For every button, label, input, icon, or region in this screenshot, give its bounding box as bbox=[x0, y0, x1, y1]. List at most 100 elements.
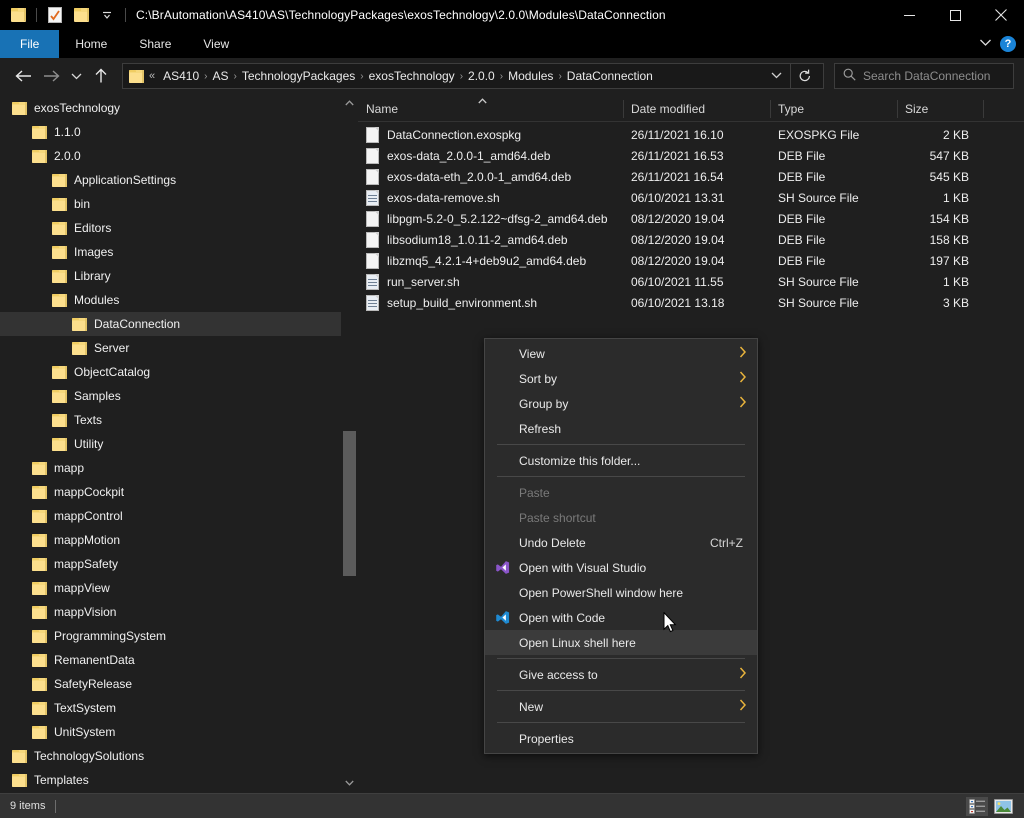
customize-dropdown-icon[interactable] bbox=[95, 3, 119, 27]
breadcrumb-item-exostechnology[interactable]: exosTechnology bbox=[365, 69, 459, 83]
tree-item-templates[interactable]: Templates bbox=[0, 768, 358, 791]
tree-item-remanentdata[interactable]: RemanentData bbox=[0, 648, 358, 672]
table-row[interactable]: exos-data_2.0.0-1_amd64.deb 26/11/2021 16… bbox=[358, 145, 1024, 166]
refresh-icon[interactable] bbox=[790, 64, 819, 88]
breadcrumb-item-as410[interactable]: AS410 bbox=[159, 69, 203, 83]
column-header-type[interactable]: Type bbox=[770, 94, 897, 122]
menu-item-sort-by[interactable]: Sort by bbox=[485, 366, 757, 391]
tab-share[interactable]: Share bbox=[123, 30, 187, 58]
search-input[interactable]: Search DataConnection bbox=[863, 69, 990, 83]
tree-item-server[interactable]: Server bbox=[0, 336, 358, 360]
tree-item-samples[interactable]: Samples bbox=[0, 384, 358, 408]
tree-item-applicationsettings[interactable]: ApplicationSettings bbox=[0, 168, 358, 192]
close-button[interactable] bbox=[978, 0, 1024, 30]
table-row[interactable]: exos-data-remove.sh 06/10/2021 13.31 SH So… bbox=[358, 187, 1024, 208]
tree-item-utility[interactable]: Utility bbox=[0, 432, 358, 456]
breadcrumb-item-as[interactable]: AS bbox=[209, 69, 233, 83]
tab-view[interactable]: View bbox=[187, 30, 245, 58]
menu-item-open-with-visual-studio[interactable]: Open with Visual Studio bbox=[485, 555, 757, 580]
file-name-cell[interactable]: exos-data-remove.sh bbox=[358, 189, 623, 206]
menu-item-undo-delete[interactable]: Undo Delete Ctrl+Z bbox=[485, 530, 757, 555]
tree-item-textsystem[interactable]: TextSystem bbox=[0, 696, 358, 720]
minimize-button[interactable] bbox=[886, 0, 932, 30]
properties-icon[interactable] bbox=[43, 3, 67, 27]
nav-scroll-thumb[interactable] bbox=[343, 431, 356, 576]
tree-item-1-1-0[interactable]: 1.1.0 bbox=[0, 120, 358, 144]
up-button[interactable] bbox=[88, 63, 114, 89]
tree-item-dataconnection[interactable]: DataConnection bbox=[0, 312, 358, 336]
menu-item-refresh[interactable]: Refresh bbox=[485, 416, 757, 441]
tree-item-modules[interactable]: Modules bbox=[0, 288, 358, 312]
table-row[interactable]: libsodium18_1.0.11-2_amd64.deb 08/12/2020… bbox=[358, 229, 1024, 250]
tree-item-mappcontrol[interactable]: mappControl bbox=[0, 504, 358, 528]
search-box[interactable]: Search DataConnection bbox=[834, 63, 1014, 89]
breadcrumb[interactable]: « AS410 › AS › TechnologyPackages › exos… bbox=[146, 69, 763, 83]
chevron-down-icon[interactable] bbox=[979, 38, 992, 50]
recent-locations-icon[interactable] bbox=[66, 63, 86, 89]
tree-item-mappview[interactable]: mappView bbox=[0, 576, 358, 600]
tree-item-2-0-0[interactable]: 2.0.0 bbox=[0, 144, 358, 168]
table-row[interactable]: DataConnection.exospkg 26/11/2021 16.10 EX… bbox=[358, 124, 1024, 145]
breadcrumb-overflow-icon[interactable]: « bbox=[146, 70, 159, 82]
maximize-button[interactable] bbox=[932, 0, 978, 30]
scroll-down-icon[interactable] bbox=[341, 774, 358, 791]
forward-button[interactable] bbox=[38, 63, 64, 89]
tree-item-technologysolutions[interactable]: TechnologySolutions bbox=[0, 744, 358, 768]
file-name-cell[interactable]: libzmq5_4.2.1-4+deb9u2_amd64.deb bbox=[358, 252, 623, 269]
tree-item-unitsystem[interactable]: UnitSystem bbox=[0, 720, 358, 744]
tab-home[interactable]: Home bbox=[59, 30, 123, 58]
file-name-cell[interactable]: setup_build_environment.sh bbox=[358, 294, 623, 311]
menu-item-open-powershell-window-here[interactable]: Open PowerShell window here bbox=[485, 580, 757, 605]
tree-item-mappcockpit[interactable]: mappCockpit bbox=[0, 480, 358, 504]
tab-file[interactable]: File bbox=[0, 30, 60, 58]
tree-item-exostechnology[interactable]: exosTechnology bbox=[0, 96, 358, 120]
table-row[interactable]: run_server.sh 06/10/2021 11.55 SH Source F… bbox=[358, 271, 1024, 292]
tree-item-safetyrelease[interactable]: SafetyRelease bbox=[0, 672, 358, 696]
file-name-cell[interactable]: exos-data-eth_2.0.0-1_amd64.deb bbox=[358, 168, 623, 185]
menu-item-give-access-to[interactable]: Give access to bbox=[485, 662, 757, 687]
nav-scrollbar[interactable] bbox=[341, 94, 358, 791]
breadcrumb-item-200[interactable]: 2.0.0 bbox=[464, 69, 499, 83]
tree-item-programmingsystem[interactable]: ProgrammingSystem bbox=[0, 624, 358, 648]
menu-item-view[interactable]: View bbox=[485, 341, 757, 366]
breadcrumb-item-dataconnection[interactable]: DataConnection bbox=[563, 69, 657, 83]
file-name-cell[interactable]: exos-data_2.0.0-1_amd64.deb bbox=[358, 147, 623, 164]
context-menu[interactable]: View Sort by Group by Refresh Customize this… bbox=[484, 338, 758, 754]
tree-item-mappmotion[interactable]: mappMotion bbox=[0, 528, 358, 552]
menu-item-new[interactable]: New bbox=[485, 694, 757, 719]
tree-item-mappsafety[interactable]: mappSafety bbox=[0, 552, 358, 576]
address-dropdown-icon[interactable] bbox=[763, 71, 790, 82]
menu-item-open-linux-shell-here[interactable]: Open Linux shell here bbox=[485, 630, 757, 655]
tree-item-images[interactable]: Images bbox=[0, 240, 358, 264]
menu-item-open-with-code[interactable]: Open with Code bbox=[485, 605, 757, 630]
tree-item-objectcatalog[interactable]: ObjectCatalog bbox=[0, 360, 358, 384]
tree-item-mappvision[interactable]: mappVision bbox=[0, 600, 358, 624]
file-name-cell[interactable]: libsodium18_1.0.11-2_amd64.deb bbox=[358, 231, 623, 248]
table-row[interactable]: libpgm-5.2-0_5.2.122~dfsg-2_amd64.deb 08/… bbox=[358, 208, 1024, 229]
tree-item-texts[interactable]: Texts bbox=[0, 408, 358, 432]
folder-icon[interactable] bbox=[6, 3, 30, 27]
tree-item-bin[interactable]: bin bbox=[0, 192, 358, 216]
breadcrumb-item-technologypackages[interactable]: TechnologyPackages bbox=[238, 69, 359, 83]
tree-item-mapp[interactable]: mapp bbox=[0, 456, 358, 480]
column-header-size[interactable]: Size bbox=[897, 94, 983, 122]
menu-item-group-by[interactable]: Group by bbox=[485, 391, 757, 416]
file-name-cell[interactable]: DataConnection.exospkg bbox=[358, 126, 623, 143]
menu-item-customize-this-folder[interactable]: Customize this folder... bbox=[485, 448, 757, 473]
tree-item-editors[interactable]: Editors bbox=[0, 216, 358, 240]
large-icons-view-icon[interactable] bbox=[992, 797, 1014, 816]
file-name-cell[interactable]: run_server.sh bbox=[358, 273, 623, 290]
details-view-icon[interactable] bbox=[966, 796, 988, 816]
nav-scroll-track[interactable] bbox=[341, 111, 358, 774]
file-name-cell[interactable]: libpgm-5.2-0_5.2.122~dfsg-2_amd64.deb bbox=[358, 210, 623, 227]
menu-item-properties[interactable]: Properties bbox=[485, 726, 757, 751]
table-row[interactable]: setup_build_environment.sh 06/10/2021 13.… bbox=[358, 292, 1024, 313]
column-header-name[interactable]: Name bbox=[358, 94, 623, 122]
column-header-date-modified[interactable]: Date modified bbox=[623, 94, 770, 122]
help-icon[interactable]: ? bbox=[1000, 36, 1016, 52]
table-row[interactable]: libzmq5_4.2.1-4+deb9u2_amd64.deb 08/12/20… bbox=[358, 250, 1024, 271]
address-bar[interactable]: « AS410 › AS › TechnologyPackages › exos… bbox=[122, 63, 824, 89]
breadcrumb-item-modules[interactable]: Modules bbox=[504, 69, 557, 83]
tree-item-library[interactable]: Library bbox=[0, 264, 358, 288]
new-folder-icon[interactable] bbox=[69, 3, 93, 27]
